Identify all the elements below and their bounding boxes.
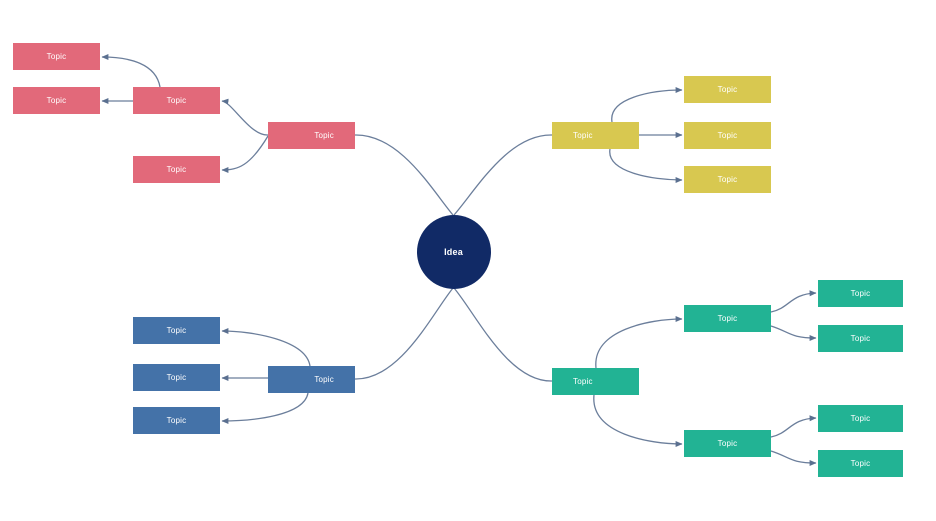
topic-node-yel-root[interactable]: Topic	[552, 122, 639, 149]
connector-grn-mid-2-to-grn-leaf-3	[770, 415, 817, 438]
connector-center-to-yel-root	[453, 134, 553, 216]
topic-node-blu-leaf-3[interactable]: Topic	[133, 407, 220, 434]
topic-node-label: Topic	[717, 439, 738, 448]
topic-node-label: Topic	[573, 131, 593, 140]
connector-grn-mid-2-to-grn-leaf-4	[770, 450, 817, 466]
connector-yel-root-to-yel-leaf-3	[609, 148, 683, 183]
topic-node-grn-leaf-4[interactable]: Topic	[818, 450, 903, 477]
topic-node-label: Topic	[573, 377, 593, 386]
connector-grn-mid-1-to-grn-leaf-1	[770, 290, 817, 313]
topic-node-blu-leaf-1[interactable]: Topic	[133, 317, 220, 344]
topic-node-label: Topic	[166, 326, 187, 335]
topic-node-yel-leaf-3[interactable]: Topic	[684, 166, 771, 193]
connector-center-to-blu-root	[354, 287, 454, 380]
topic-node-yel-leaf-2[interactable]: Topic	[684, 122, 771, 149]
topic-node-label: Topic	[166, 373, 187, 382]
topic-node-label: Topic	[166, 96, 187, 105]
topic-node-grn-leaf-2[interactable]: Topic	[818, 325, 903, 352]
center-node-idea[interactable]: Idea	[416, 214, 491, 289]
connector-blu-root-to-blu-leaf-3	[221, 392, 309, 424]
topic-node-label: Topic	[717, 314, 738, 323]
topic-node-red-root[interactable]: Topic	[268, 122, 355, 149]
center-node-label: Idea	[444, 246, 463, 257]
topic-node-label: Topic	[717, 175, 738, 184]
connector-grn-root-to-grn-mid-2	[593, 394, 683, 447]
topic-node-red-leaf-1[interactable]: Topic	[13, 43, 100, 70]
topic-node-red-mid[interactable]: Topic	[133, 87, 220, 114]
topic-node-grn-mid-2[interactable]: Topic	[684, 430, 771, 457]
topic-node-label: Topic	[46, 52, 67, 61]
topic-node-label: Topic	[850, 289, 871, 298]
connector-blu-root-to-blu-leaf-1	[221, 328, 311, 367]
connector-red-mid-to-red-leaf-1	[101, 54, 161, 88]
connector-yel-root-to-yel-leaf-1	[611, 87, 683, 123]
topic-node-label: Topic	[717, 85, 738, 94]
topic-node-blu-leaf-2[interactable]: Topic	[133, 364, 220, 391]
connector-center-to-grn-root	[453, 287, 553, 382]
topic-node-label: Topic	[717, 131, 738, 140]
topic-node-blu-root[interactable]: Topic	[268, 366, 355, 393]
topic-node-label: Topic	[166, 416, 187, 425]
topic-node-grn-mid-1[interactable]: Topic	[684, 305, 771, 332]
connector-red-root-to-red-leaf-3	[221, 135, 269, 173]
topic-node-label: Topic	[850, 459, 871, 468]
topic-node-red-leaf-3[interactable]: Topic	[133, 156, 220, 183]
connector-grn-root-to-grn-mid-1	[595, 316, 683, 369]
topic-node-label: Topic	[314, 131, 334, 140]
topic-node-grn-leaf-3[interactable]: Topic	[818, 405, 903, 432]
topic-node-label: Topic	[46, 96, 67, 105]
topic-node-yel-leaf-1[interactable]: Topic	[684, 76, 771, 103]
topic-node-label: Topic	[166, 165, 187, 174]
connector-red-root-to-red-mid	[221, 98, 269, 136]
topic-node-red-leaf-2[interactable]: Topic	[13, 87, 100, 114]
mindmap-canvas: Idea Topic Topic Topic Topic Topic Topic Topic T…	[0, 0, 936, 521]
topic-node-grn-root[interactable]: Topic	[552, 368, 639, 395]
topic-node-label: Topic	[850, 414, 871, 423]
topic-node-grn-leaf-1[interactable]: Topic	[818, 280, 903, 307]
connector-center-to-red-root	[354, 134, 454, 216]
topic-node-label: Topic	[850, 334, 871, 343]
connector-grn-mid-1-to-grn-leaf-2	[770, 325, 817, 341]
topic-node-label: Topic	[314, 375, 334, 384]
